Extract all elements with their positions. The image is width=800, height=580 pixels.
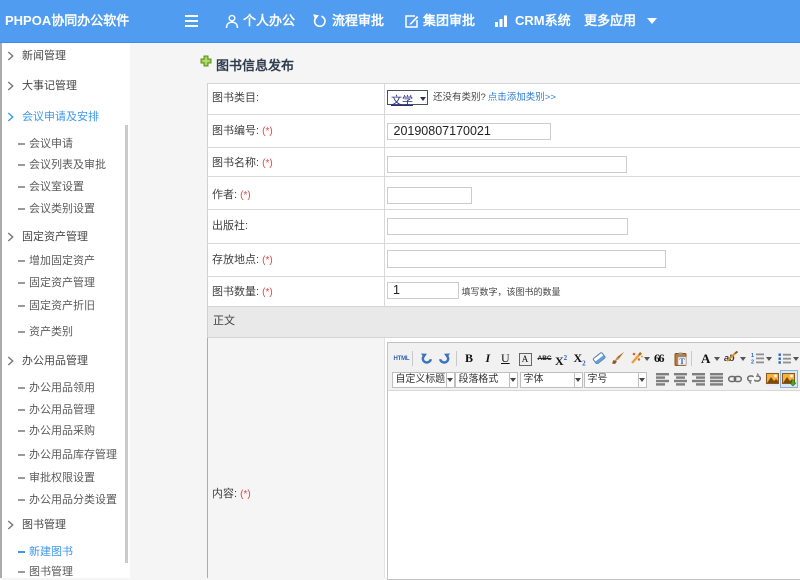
svg-text:2: 2 <box>751 360 754 365</box>
svg-text:1: 1 <box>751 353 754 359</box>
svg-text:T: T <box>679 357 685 366</box>
